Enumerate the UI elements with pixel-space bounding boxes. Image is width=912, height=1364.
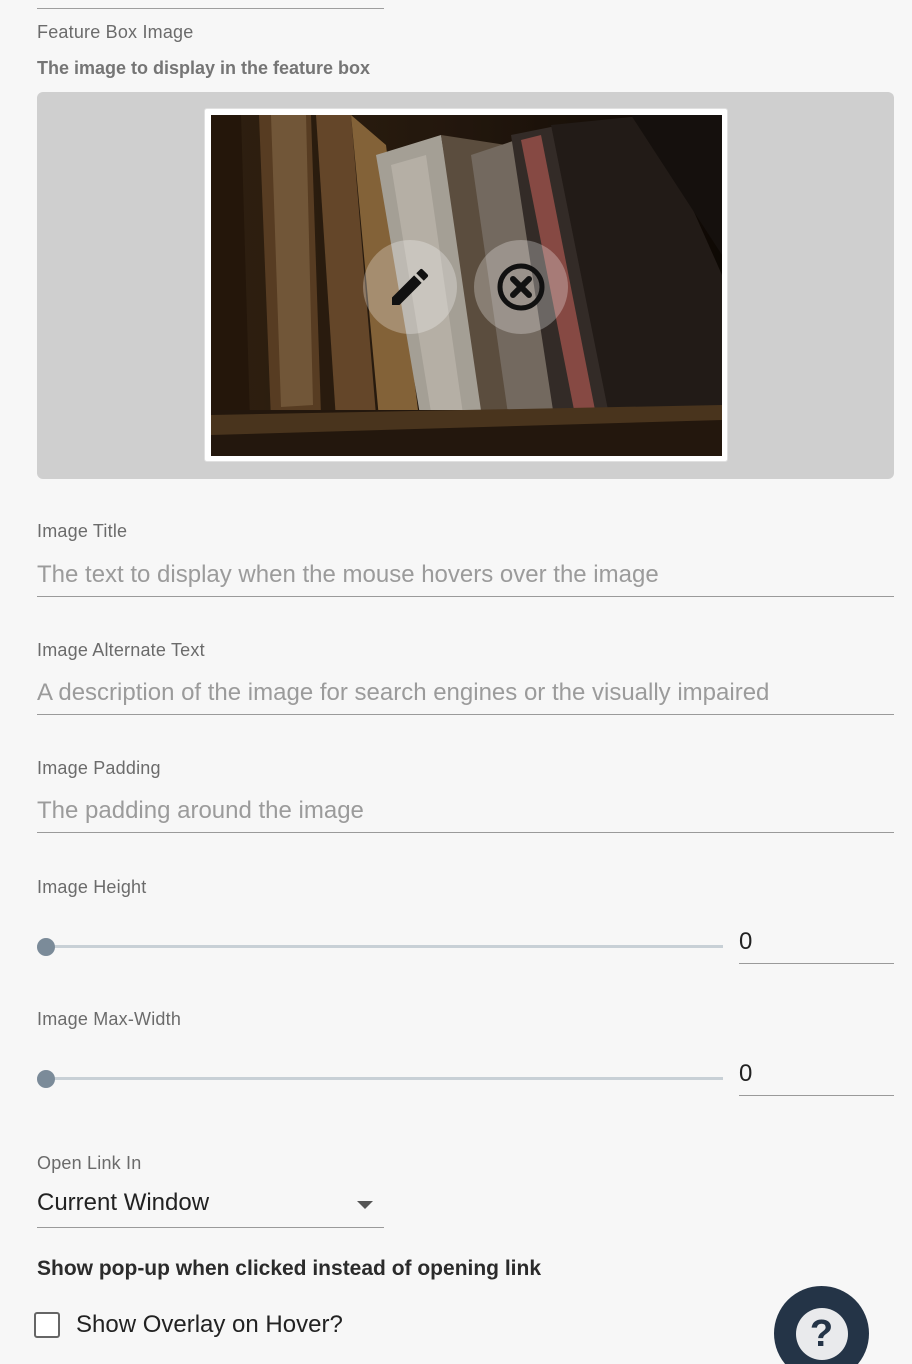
- image-title-label: Image Title: [37, 521, 128, 541]
- image-height-slider-track[interactable]: [37, 945, 723, 948]
- pencil-icon: [392, 268, 429, 305]
- help-glyph: ?: [809, 1312, 834, 1355]
- help-button[interactable]: ?: [774, 1286, 869, 1364]
- top-divider: [37, 8, 384, 9]
- image-height-label: Image Height: [37, 877, 147, 897]
- dropdown-arrow-icon: [357, 1201, 373, 1209]
- image-alt-text-input[interactable]: [37, 671, 894, 715]
- books-image: [211, 115, 722, 456]
- image-preview-frame: [204, 108, 728, 462]
- close-circle-icon: [497, 263, 545, 311]
- image-max-width-slider-thumb[interactable]: [37, 1070, 55, 1088]
- feature-box-settings-panel: Feature Box Image The image to display i…: [0, 0, 912, 1364]
- open-link-in-label: Open Link In: [37, 1153, 142, 1173]
- popup-heading: Show pop-up when clicked instead of open…: [37, 1257, 542, 1280]
- image-max-width-input[interactable]: [739, 1052, 894, 1096]
- image-padding-label: Image Padding: [37, 758, 161, 778]
- open-link-in-select[interactable]: Current Window: [37, 1184, 384, 1228]
- image-title-input[interactable]: [37, 553, 894, 597]
- edit-image-button[interactable]: [363, 240, 457, 334]
- image-height-slider-thumb[interactable]: [37, 938, 55, 956]
- image-height-input[interactable]: [739, 920, 894, 964]
- feature-image-preview: [211, 115, 722, 456]
- open-link-in-selected-value: Current Window: [37, 1189, 210, 1216]
- feature-box-image-label: Feature Box Image: [37, 22, 194, 42]
- image-padding-input[interactable]: [37, 789, 894, 833]
- help-icon: ?: [795, 1308, 848, 1360]
- remove-image-button[interactable]: [474, 240, 568, 334]
- show-overlay-label[interactable]: Show Overlay on Hover?: [76, 1311, 343, 1339]
- image-max-width-label: Image Max-Width: [37, 1009, 182, 1029]
- image-alt-text-label: Image Alternate Text: [37, 640, 205, 660]
- image-max-width-slider-track[interactable]: [37, 1077, 723, 1080]
- feature-box-image-description: The image to display in the feature box: [37, 58, 371, 78]
- show-overlay-checkbox[interactable]: [34, 1312, 60, 1338]
